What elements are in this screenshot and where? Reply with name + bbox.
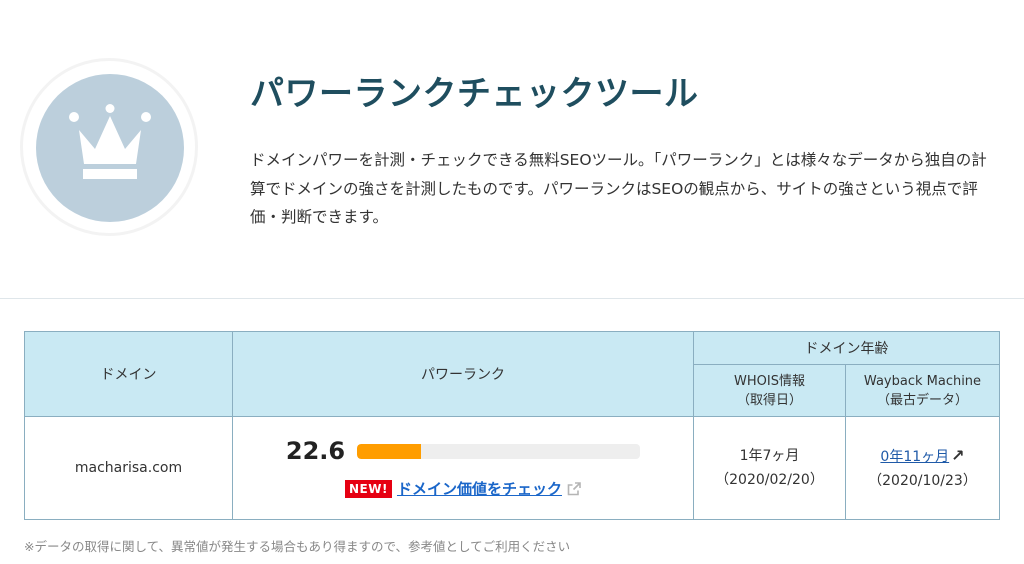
hero-section: パワーランクチェックツール ドメインパワーを計測・チェックできる無料SEOツール… (0, 0, 1024, 298)
header-power-rank: パワーランク (232, 331, 694, 417)
disclaimer-note: ※データの取得に関して、異常値が発生する場合もあり得ますので、参考値としてご利用… (24, 539, 571, 554)
power-rank-bar (357, 443, 641, 459)
new-badge: NEW! (345, 479, 392, 498)
domain-value-check-link[interactable]: ドメイン価値をチェック (397, 478, 562, 499)
section-divider (0, 298, 1024, 299)
header-domain: ドメイン (24, 331, 233, 417)
whois-age: 1年7ヶ月 (739, 448, 800, 464)
wayback-age-link[interactable]: 0年11ヶ月 (880, 449, 949, 465)
page-description: ドメインパワーを計測・チェックできる無料SEOツール。「パワーランク」とは様々な… (250, 151, 987, 226)
domain-cell: macharisa.com (24, 416, 233, 520)
whois-cell: 1年7ヶ月 （2020/02/20） (693, 416, 846, 520)
header-whois-label: WHOIS情報 (734, 373, 805, 389)
header-domain-age: ドメイン年齢 (693, 331, 1000, 365)
power-rank-value: 22.6 (285, 437, 346, 465)
domain-value-cta: NEW! ドメイン価値をチェック (233, 478, 693, 499)
whois-date: （2020/02/20） (715, 472, 824, 488)
page-title: パワーランクチェックツール (250, 74, 699, 114)
power-rank-line: 22.6 (233, 437, 693, 465)
arrow-up-right-icon[interactable]: ↗ (951, 446, 964, 465)
wayback-cell: 0年11ヶ月 ↗ （2020/10/23） (845, 416, 1000, 520)
external-link-icon[interactable] (567, 481, 581, 496)
crown-icon (69, 104, 151, 179)
power-rank-table: ドメイン パワーランク ドメイン年齢 WHOIS情報 （取得日） Wayback… (24, 331, 1000, 520)
power-rank-cell: 22.6 NEW! ドメイン価値をチェック (232, 416, 694, 520)
header-wayback-label: Wayback Machine (863, 373, 982, 389)
wayback-date: （2020/10/23） (868, 472, 977, 489)
header-whois: WHOIS情報 （取得日） (693, 364, 846, 417)
table-row: macharisa.com 22.6 NEW! ドメイン価値をチェック 1年7ヶ… (24, 416, 1000, 520)
power-rank-bar-fill (357, 443, 422, 459)
header-whois-sub: （取得日） (736, 392, 802, 408)
header-wayback: Wayback Machine （最古データ） (845, 364, 1000, 417)
header-wayback-sub: （最古データ） (876, 392, 968, 408)
